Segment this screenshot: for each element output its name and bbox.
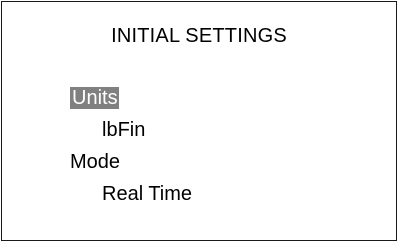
menu-item-units[interactable]: Units bbox=[70, 86, 119, 110]
menu-item-label-units: Units bbox=[70, 87, 119, 109]
mode-value: Real Time bbox=[102, 183, 193, 205]
menu-item-mode[interactable]: Mode bbox=[70, 150, 120, 174]
screen-title: INITIAL SETTINGS bbox=[111, 25, 287, 47]
menu-item-label-mode: Mode bbox=[70, 151, 121, 173]
units-value: lbFin bbox=[102, 119, 146, 141]
device-screen: INITIAL SETTINGS Units lbFin Mode Real T… bbox=[1, 1, 397, 241]
